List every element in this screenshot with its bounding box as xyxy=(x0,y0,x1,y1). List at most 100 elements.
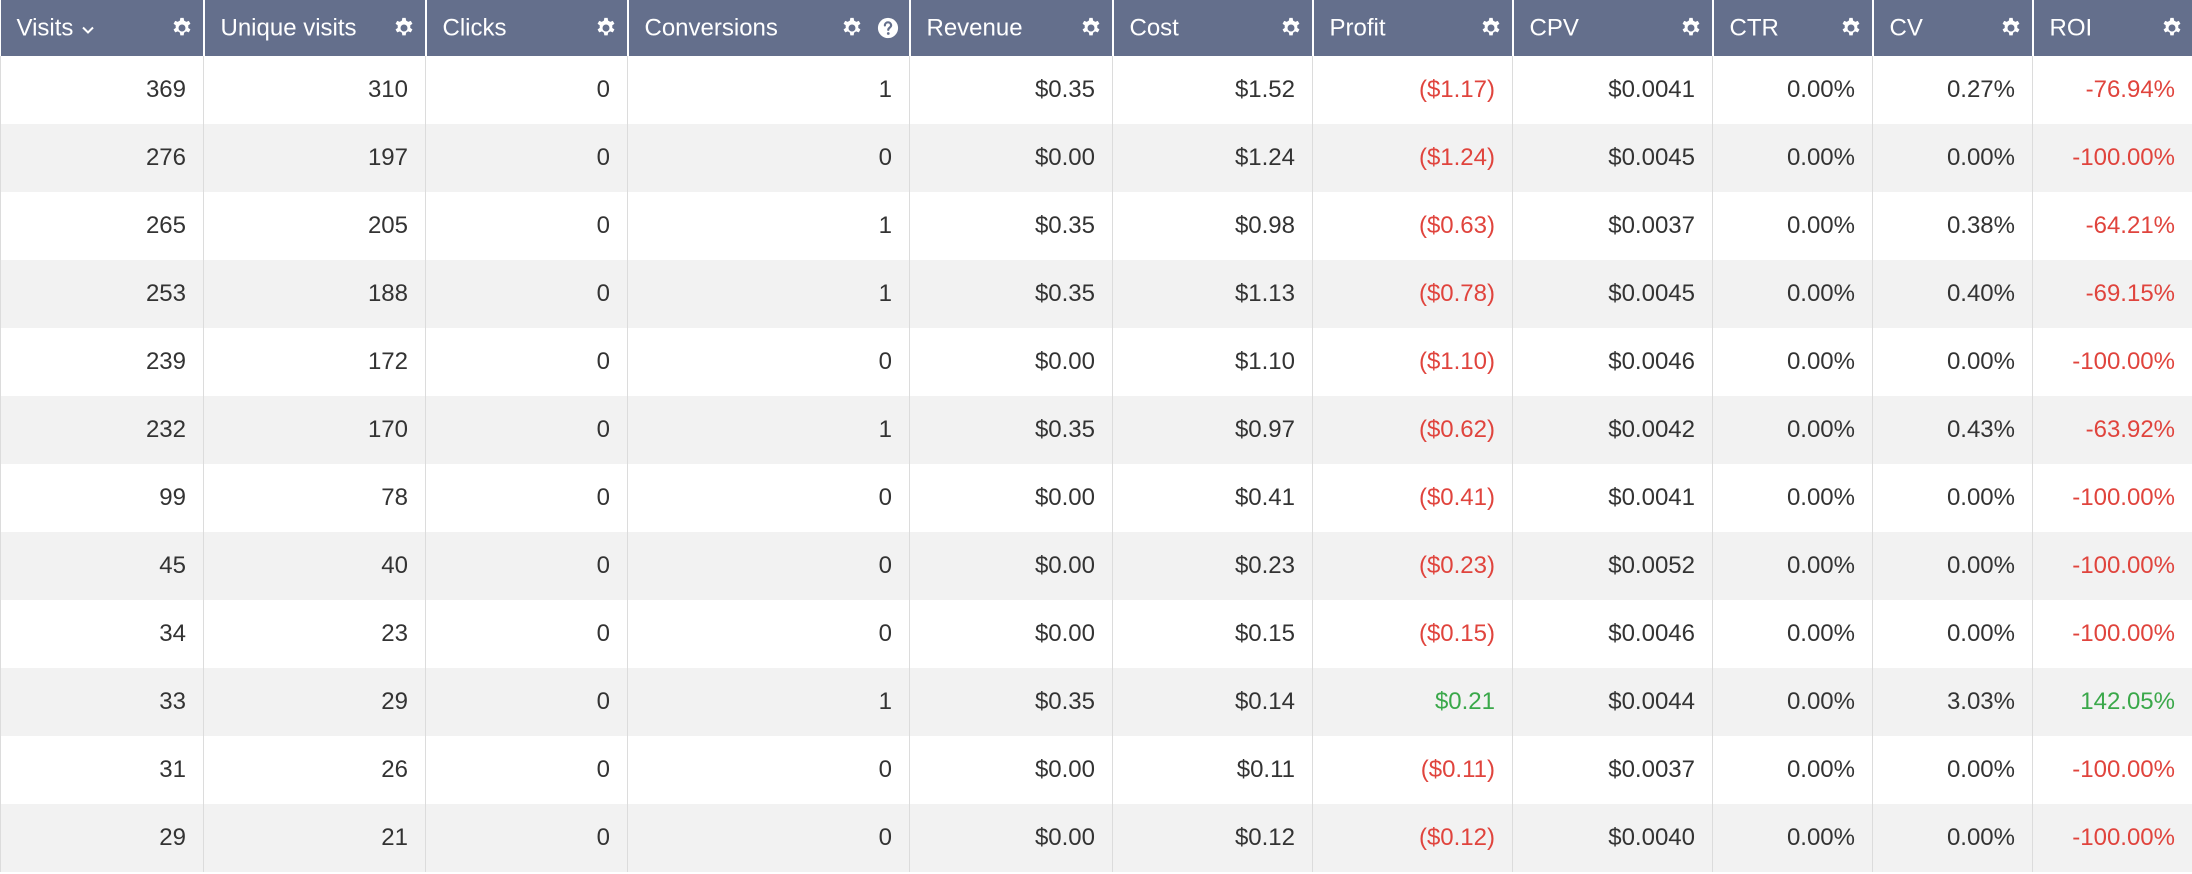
column-header-clicks[interactable]: Clicks xyxy=(425,0,629,56)
gear-icon[interactable] xyxy=(1080,17,1102,39)
cell-cpv: $0.0046 xyxy=(1512,328,1713,396)
column-header-roi[interactable]: ROI xyxy=(2032,0,2192,56)
cell-unique-visits: 197 xyxy=(203,124,426,192)
table-row[interactable]: 99 78 0 0 $0.00 $0.41 ($0.41) $0.0041 0.00% 0.00%… xyxy=(0,464,2192,532)
cell-cv: 0.27% xyxy=(1872,56,2033,124)
column-header-icons xyxy=(1280,17,1302,39)
cell-profit: ($0.12) xyxy=(1312,804,1513,872)
cell-unique-visits: 170 xyxy=(203,396,426,464)
cell-profit: ($1.10) xyxy=(1312,328,1513,396)
cell-profit: ($1.24) xyxy=(1312,124,1513,192)
cell-revenue: $0.35 xyxy=(909,56,1113,124)
table-row[interactable]: 232 170 0 1 $0.35 $0.97 ($0.62) $0.0042 0.00% 0.4… xyxy=(0,396,2192,464)
table-row[interactable]: 276 197 0 0 $0.00 $1.24 ($1.24) $0.0045 0.00% 0.0… xyxy=(0,124,2192,192)
cell-revenue: $0.00 xyxy=(909,736,1113,804)
gear-icon[interactable] xyxy=(1840,17,1862,39)
gear-icon[interactable] xyxy=(1680,17,1702,39)
cell-cv: 0.00% xyxy=(1872,464,2033,532)
cell-unique-visits: 29 xyxy=(203,668,426,736)
table-row[interactable]: 265 205 0 1 $0.35 $0.98 ($0.63) $0.0037 0.00% 0.3… xyxy=(0,192,2192,260)
cell-clicks: 0 xyxy=(425,192,628,260)
column-header-label: Revenue xyxy=(926,14,1023,42)
cell-cost: $0.98 xyxy=(1112,192,1313,260)
column-header-icons xyxy=(1680,17,1702,39)
cell-cpv: $0.0040 xyxy=(1512,804,1713,872)
table-row[interactable]: 239 172 0 0 $0.00 $1.10 ($1.10) $0.0046 0.00% 0.0… xyxy=(0,328,2192,396)
table-row[interactable]: 33 29 0 1 $0.35 $0.14 $0.21 $0.0044 0.00% 3.03% 14… xyxy=(0,668,2192,736)
cell-clicks: 0 xyxy=(425,328,628,396)
cell-roi: -64.21% xyxy=(2032,192,2192,260)
chevron-down-icon[interactable] xyxy=(81,14,95,42)
cell-unique-visits: 23 xyxy=(203,600,426,668)
cell-unique-visits: 205 xyxy=(203,192,426,260)
cell-unique-visits: 172 xyxy=(203,328,426,396)
cell-cost: $0.11 xyxy=(1112,736,1313,804)
column-header-label: Visits xyxy=(16,14,74,42)
column-header-ctr[interactable]: CTR xyxy=(1712,0,1874,56)
column-header-label: ROI xyxy=(2049,14,2093,42)
cell-cost: $0.12 xyxy=(1112,804,1313,872)
cell-cv: 0.00% xyxy=(1872,328,2033,396)
cell-ctr: 0.00% xyxy=(1712,260,1873,328)
column-header-revenue[interactable]: Revenue xyxy=(909,0,1114,56)
gear-icon[interactable] xyxy=(595,17,617,39)
table-row[interactable]: 29 21 0 0 $0.00 $0.12 ($0.12) $0.0040 0.00% 0.00%… xyxy=(0,804,2192,872)
cell-revenue: $0.00 xyxy=(909,804,1113,872)
gear-icon[interactable] xyxy=(393,17,415,39)
column-header-label: Conversions xyxy=(644,14,778,42)
cell-ctr: 0.00% xyxy=(1712,328,1873,396)
cell-cost: $1.24 xyxy=(1112,124,1313,192)
cell-roi: -100.00% xyxy=(2032,532,2192,600)
cell-visits: 265 xyxy=(0,192,204,260)
table-row[interactable]: 369 310 0 1 $0.35 $1.52 ($1.17) $0.0041 0.00% 0.2… xyxy=(0,56,2192,124)
cell-visits: 232 xyxy=(0,396,204,464)
cell-clicks: 0 xyxy=(425,260,628,328)
cell-cpv: $0.0042 xyxy=(1512,396,1713,464)
cell-visits: 45 xyxy=(0,532,204,600)
table-row[interactable]: 45 40 0 0 $0.00 $0.23 ($0.23) $0.0052 0.00% 0.00%… xyxy=(0,532,2192,600)
cell-cv: 0.43% xyxy=(1872,396,2033,464)
column-header-conversions[interactable]: Conversions xyxy=(627,0,911,56)
cell-clicks: 0 xyxy=(425,532,628,600)
cell-roi: -100.00% xyxy=(2032,124,2192,192)
cell-roi: -100.00% xyxy=(2032,804,2192,872)
cell-revenue: $0.00 xyxy=(909,464,1113,532)
column-header-profit[interactable]: Profit xyxy=(1312,0,1514,56)
cell-cpv: $0.0037 xyxy=(1512,192,1713,260)
cell-unique-visits: 26 xyxy=(203,736,426,804)
gear-icon[interactable] xyxy=(1480,17,1502,39)
cell-unique-visits: 310 xyxy=(203,56,426,124)
cell-profit: ($0.41) xyxy=(1312,464,1513,532)
cell-cv: 0.40% xyxy=(1872,260,2033,328)
table-row[interactable]: 253 188 0 1 $0.35 $1.13 ($0.78) $0.0045 0.00% 0.4… xyxy=(0,260,2192,328)
gear-icon[interactable] xyxy=(1280,17,1302,39)
help-icon[interactable] xyxy=(877,17,899,39)
column-header-cv[interactable]: CV xyxy=(1872,0,2034,56)
cell-cpv: $0.0052 xyxy=(1512,532,1713,600)
cell-clicks: 0 xyxy=(425,668,628,736)
cell-profit: $0.21 xyxy=(1312,668,1513,736)
column-header-unique-visits[interactable]: Unique visits xyxy=(203,0,427,56)
gear-icon[interactable] xyxy=(2000,17,2022,39)
cell-profit: ($0.62) xyxy=(1312,396,1513,464)
cell-visits: 239 xyxy=(0,328,204,396)
cell-revenue: $0.00 xyxy=(909,124,1113,192)
cell-visits: 31 xyxy=(0,736,204,804)
cell-clicks: 0 xyxy=(425,464,628,532)
cell-visits: 369 xyxy=(0,56,204,124)
gear-icon[interactable] xyxy=(2161,17,2183,39)
column-header-cost[interactable]: Cost xyxy=(1112,0,1314,56)
column-header-icons xyxy=(2161,17,2183,39)
column-header-cpv[interactable]: CPV xyxy=(1512,0,1714,56)
cell-profit: ($1.17) xyxy=(1312,56,1513,124)
gear-icon[interactable] xyxy=(841,17,863,39)
column-header-visits[interactable]: Visits xyxy=(0,0,205,56)
column-header-label: Cost xyxy=(1129,14,1179,42)
column-header-icons xyxy=(2000,17,2022,39)
table-row[interactable]: 34 23 0 0 $0.00 $0.15 ($0.15) $0.0046 0.00% 0.00%… xyxy=(0,600,2192,668)
table-row[interactable]: 31 26 0 0 $0.00 $0.11 ($0.11) $0.0037 0.00% 0.00%… xyxy=(0,736,2192,804)
cell-visits: 253 xyxy=(0,260,204,328)
gear-icon[interactable] xyxy=(171,17,193,39)
cell-revenue: $0.35 xyxy=(909,192,1113,260)
cell-roi: -100.00% xyxy=(2032,600,2192,668)
